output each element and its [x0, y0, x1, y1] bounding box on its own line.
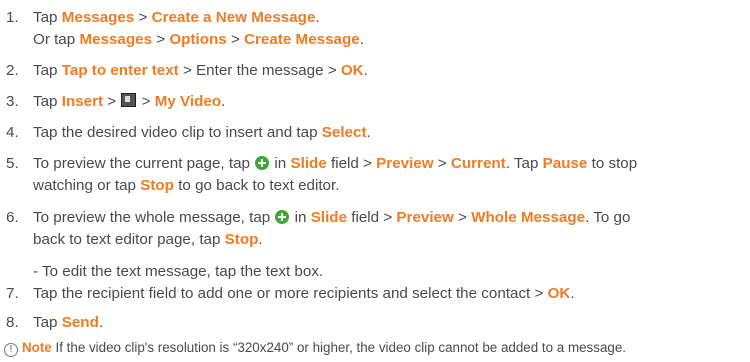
step-text: Tap Insert > > My Video. — [33, 93, 226, 110]
step-number: 8. — [6, 314, 19, 331]
info-icon: ! — [4, 343, 18, 357]
step-number: 4. — [6, 124, 19, 141]
step-number: 6. — [6, 209, 19, 226]
step-number: 3. — [6, 93, 19, 110]
step-text: Tap Messages > Create a New Message. Or … — [33, 7, 738, 51]
step-text: Tap Send. — [33, 314, 104, 331]
note: ! Note If the video clip's resolution is … — [4, 339, 748, 357]
step-number: 1. — [6, 9, 19, 26]
step-line: back to text editor page, tap Stop. — [33, 231, 263, 248]
plus-icon — [275, 210, 290, 224]
step-line: To preview the whole message, tap in Sli… — [33, 209, 631, 226]
video-icon — [121, 93, 137, 107]
step-text: Tap the recipient field to add one or mo… — [33, 285, 575, 302]
step-text: To preview the current page, tap in Slid… — [33, 153, 738, 197]
sub-note: - To edit the text message, tap the text… — [33, 263, 324, 280]
step-number: 2. — [6, 62, 19, 79]
instructions-page: 1. Tap Messages > Create a New Message. … — [0, 0, 750, 362]
step-number: 7. — [6, 285, 19, 302]
step-text: Tap Tap to enter text > Enter the messag… — [33, 62, 368, 79]
step-line: Tap Messages > Create a New Message. — [33, 9, 320, 26]
step-text: Tap the desired video clip to insert and… — [33, 124, 371, 141]
step-line: Or tap Messages > Options > Create Messa… — [33, 31, 364, 48]
step-number: 5. — [6, 155, 19, 172]
plus-icon — [255, 156, 270, 170]
note-text: If the video clip's resolution is “320x2… — [51, 340, 627, 355]
step-line: To preview the current page, tap in Slid… — [33, 155, 638, 172]
step-text: To preview the whole message, tap in Sli… — [33, 207, 738, 251]
step-line: watching or tap Stop to go back to text … — [33, 177, 340, 194]
note-label: Note — [22, 340, 52, 355]
